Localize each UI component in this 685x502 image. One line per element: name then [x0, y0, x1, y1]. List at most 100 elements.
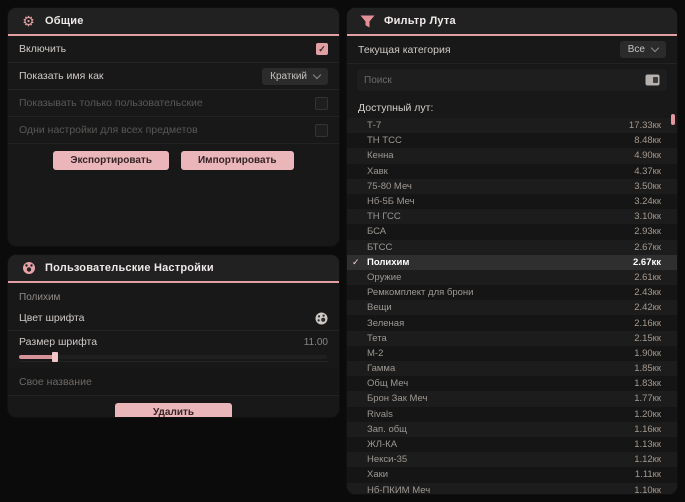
- font-color-label: Цвет шрифта: [19, 312, 85, 324]
- list-item[interactable]: Вещи 2.42кк: [347, 300, 677, 316]
- item-name: Некси-35: [367, 454, 408, 466]
- list-item[interactable]: Rivals 1.20кк: [347, 406, 677, 422]
- category-select[interactable]: Все: [619, 41, 666, 58]
- slider-fill: [19, 355, 55, 359]
- item-name: 75-80 Меч: [367, 180, 412, 192]
- item-value: 1.83кк: [634, 378, 661, 390]
- item-name: Брон Зак Меч: [367, 393, 428, 405]
- gear-icon: ⚙: [22, 13, 35, 29]
- available-loot-label: Доступный лут:: [358, 102, 434, 114]
- loot-panel-header: Фильтр Лута: [347, 8, 677, 36]
- panel-title: Пользовательские Настройки: [45, 262, 214, 274]
- same-settings-row: Одни настройки для всех предметов: [8, 117, 339, 144]
- funnel-icon: [360, 14, 375, 29]
- list-item[interactable]: Кенна 4.90кк: [347, 148, 677, 164]
- item-name: Нб-5Б Меч: [367, 196, 415, 208]
- item-name: Общ Меч: [367, 378, 409, 390]
- item-value: 4.37кк: [634, 165, 661, 177]
- list-item[interactable]: Хаки 1.11кк: [347, 467, 677, 483]
- list-item[interactable]: ТН ГСС 3.10кк: [347, 209, 677, 225]
- name-display-label: Показать имя как: [19, 70, 104, 82]
- name-display-value: Краткий: [270, 70, 307, 82]
- import-button[interactable]: Импортировать: [180, 151, 294, 170]
- item-value: 2.93кк: [634, 226, 661, 238]
- slider-handle[interactable]: [52, 352, 58, 362]
- item-name: Rivals: [367, 408, 393, 420]
- only-custom-label: Показывать только пользовательские: [19, 97, 203, 109]
- loot-filter-panel: Фильтр Лута Текущая категория Все Доступ…: [347, 8, 677, 494]
- list-item[interactable]: М-2 1.90кк: [347, 345, 677, 361]
- item-name: Хаки: [367, 469, 389, 481]
- item-name: Тета: [367, 332, 387, 344]
- panel-title: Общие: [45, 15, 84, 27]
- category-label: Текущая категория: [358, 43, 451, 56]
- item-name: БСА: [367, 226, 387, 238]
- item-value: 2.61кк: [634, 271, 661, 283]
- item-value: 3.24кк: [634, 196, 661, 208]
- list-item[interactable]: Нб-ПКИМ Меч 1.10кк: [347, 482, 677, 494]
- search-input[interactable]: [364, 70, 639, 90]
- font-color-row[interactable]: Цвет шрифта: [8, 306, 339, 331]
- font-size-slider[interactable]: [19, 352, 328, 362]
- only-custom-checkbox[interactable]: [315, 96, 328, 110]
- list-item[interactable]: Зеленая 2.16кк: [347, 315, 677, 331]
- item-value: 2.67кк: [634, 241, 661, 253]
- export-button[interactable]: Экспортировать: [53, 151, 169, 170]
- item-name: Ремкомплект для брони: [367, 287, 474, 299]
- list-item[interactable]: Оружие 2.61кк: [347, 269, 677, 286]
- list-item[interactable]: Зап. общ 1.16кк: [347, 421, 677, 437]
- item-name: Зап. общ: [367, 423, 407, 435]
- list-item[interactable]: БТСС 2.67кк: [347, 239, 677, 255]
- item-value: 1.20кк: [634, 408, 661, 420]
- item-name: ТН ТСС: [367, 135, 402, 147]
- list-item[interactable]: Ремкомплект для брони 2.43кк: [347, 285, 677, 301]
- enable-checkbox[interactable]: ✓: [316, 43, 328, 55]
- item-name: Т-7: [367, 120, 382, 132]
- item-value: 1.13кк: [634, 439, 661, 451]
- item-value: 2.67кк: [633, 256, 661, 268]
- item-value: 2.15кк: [634, 332, 661, 344]
- item-name: ЖЛ-КА: [367, 439, 398, 451]
- list-item[interactable]: Нб-5Б Меч 3.24кк: [347, 193, 677, 210]
- user-settings-icon: [21, 261, 36, 276]
- mod-settings-screen: ⚙ Общие Включить ✓ Показать имя как Крат…: [0, 0, 685, 502]
- list-item[interactable]: Брон Зак Меч 1.77кк: [347, 391, 677, 407]
- list-item[interactable]: Т-7 17.33кк: [347, 118, 677, 134]
- color-palette-icon[interactable]: [315, 312, 328, 325]
- custom-name-input[interactable]: [19, 368, 328, 395]
- delete-button[interactable]: Удалить: [114, 403, 233, 417]
- only-custom-row: Показывать только пользовательские: [8, 90, 339, 117]
- name-display-row: Показать имя как Краткий: [8, 63, 339, 90]
- list-item[interactable]: 75-80 Меч 3.50кк: [347, 178, 677, 194]
- item-value: 2.43кк: [634, 287, 661, 299]
- custom-panel-header: Пользовательские Настройки: [8, 255, 339, 283]
- item-value: 2.42кк: [634, 302, 661, 314]
- item-name: Нб-ПКИМ Меч: [367, 484, 431, 494]
- scrollbar-thumb[interactable]: [671, 114, 675, 125]
- font-size-value: 11.00: [303, 336, 328, 348]
- list-item[interactable]: ✓ Полихим 2.67кк: [347, 254, 677, 270]
- item-name: М-2: [367, 347, 384, 359]
- item-name: БТСС: [367, 241, 393, 253]
- font-size-row: Размер шрифта 11.00: [8, 331, 339, 348]
- same-settings-label: Одни настройки для всех предметов: [19, 124, 198, 136]
- item-value: 1.85кк: [634, 363, 661, 375]
- search-options-icon[interactable]: [645, 74, 660, 86]
- name-display-select[interactable]: Краткий: [262, 67, 328, 85]
- enable-label: Включить: [19, 43, 67, 55]
- list-item[interactable]: Тета 2.15кк: [347, 330, 677, 346]
- list-item[interactable]: БСА 2.93кк: [347, 224, 677, 240]
- list-item[interactable]: Хавк 4.37кк: [347, 163, 677, 179]
- list-item[interactable]: Некси-35 1.12кк: [347, 452, 677, 468]
- item-value: 17.33кк: [628, 120, 661, 132]
- category-value: Все: [627, 44, 645, 55]
- item-name: Оружие: [367, 271, 402, 283]
- item-name: Хавк: [367, 165, 388, 177]
- list-item[interactable]: ЖЛ-КА 1.13кк: [347, 436, 677, 453]
- item-name: Кенна: [367, 150, 394, 162]
- list-item[interactable]: Гамма 1.85кк: [347, 361, 677, 377]
- list-item[interactable]: ТН ТСС 8.48кк: [347, 133, 677, 149]
- same-settings-checkbox[interactable]: [315, 123, 328, 137]
- chevron-down-icon: [650, 43, 660, 53]
- list-item[interactable]: Общ Меч 1.83кк: [347, 376, 677, 392]
